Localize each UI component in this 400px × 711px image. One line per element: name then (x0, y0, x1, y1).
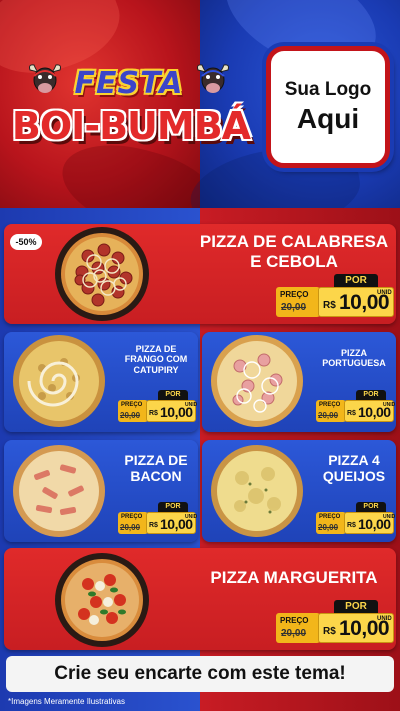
preco-label: PREÇO (121, 402, 143, 408)
preco-label: PREÇO (121, 514, 143, 520)
old-price: 20,00 (120, 411, 141, 420)
disclaimer-note: *Imagens Meramente Ilustrativas (8, 697, 125, 706)
old-price-box: PREÇO 20,00 (316, 512, 346, 534)
discount-badge: -50% (10, 234, 42, 250)
pizza-bacon-image (13, 445, 105, 537)
unit-label: UNID (185, 402, 198, 408)
price-tag: POR PREÇO 20,00 R$ 10,00 UNID (316, 390, 396, 422)
new-price-box: R$ 10,00 UNID (318, 287, 394, 317)
product-name: PIZZA PORTUGUESA (322, 348, 386, 369)
currency-symbol: R$ (323, 626, 336, 637)
header-banner: FESTA BOI-BUMBÁ Sua Logo Aqui (0, 0, 400, 208)
product-card-bacon: PIZZA DE BACON POR PREÇO 20,00 R$ 10,00 … (4, 440, 198, 542)
new-price-box: R$ 10,00 UNID (146, 512, 198, 534)
product-name: PIZZA 4 QUEIJOS (322, 452, 386, 485)
bull-head-icon (29, 64, 61, 93)
pizza-portuguesa-image (211, 335, 303, 427)
unit-label: UNID (377, 616, 392, 622)
preco-label: PREÇO (280, 616, 309, 625)
currency-symbol: R$ (149, 522, 158, 529)
old-price-box: PREÇO 20,00 (276, 287, 320, 317)
product-name: PIZZA DE BACON (124, 452, 188, 485)
old-price: 20,00 (318, 411, 339, 420)
festa-title: FESTA (74, 66, 184, 101)
por-label: POR (334, 274, 378, 287)
por-label: POR (158, 390, 188, 400)
old-price: 20,00 (281, 628, 307, 639)
product-card-portuguesa: PIZZA PORTUGUESA POR PREÇO 20,00 R$ 10,0… (202, 332, 396, 432)
por-label: POR (334, 600, 378, 613)
old-price-box: PREÇO 20,00 (118, 400, 148, 422)
cta-banner: Crie seu encarte com este tema! (6, 656, 394, 692)
boi-bumba-title: BOI-BUMBÁ (11, 104, 251, 148)
por-label: POR (356, 502, 386, 512)
product-card-marguerita: PIZZA MARGUERITA POR PREÇO 20,00 R$ 10,0… (4, 548, 396, 650)
pizza-frango-image (13, 335, 105, 427)
por-label: POR (158, 502, 188, 512)
logo-text-line2: Aqui (296, 103, 360, 134)
product-name: PIZZA MARGUERITA (210, 568, 378, 587)
product-card-calabresa: PIZZA DE CALABRESA E CEBOLA POR PREÇO 20… (4, 224, 396, 324)
price-tag: POR PREÇO 20,00 R$ 10,00 UNID (118, 502, 198, 534)
old-price: 20,00 (318, 523, 339, 532)
price-tag: POR PREÇO 20,00 R$ 10,00 UNID (276, 274, 394, 318)
unit-label: UNID (383, 514, 396, 520)
old-price-box: PREÇO 20,00 (316, 400, 346, 422)
new-price-box: R$ 10,00 UNID (146, 400, 198, 422)
product-card-frango: PIZZA DE FRANGO COM CATUPIRY POR PREÇO 2… (4, 332, 198, 432)
pizza-marguerita-image (55, 553, 149, 647)
unit-label: UNID (185, 514, 198, 520)
unit-label: UNID (377, 290, 392, 296)
por-label: POR (356, 390, 386, 400)
preco-label: PREÇO (280, 290, 309, 299)
old-price-box: PREÇO 20,00 (276, 613, 320, 643)
product-name: PIZZA DE CALABRESA E CEBOLA (199, 232, 389, 271)
preco-label: PREÇO (319, 402, 341, 408)
old-price: 20,00 (281, 302, 307, 313)
new-price-box: R$ 10,00 UNID (344, 512, 396, 534)
price-tag: POR PREÇO 20,00 R$ 10,00 UNID (316, 502, 396, 534)
unit-label: UNID (383, 402, 396, 408)
currency-symbol: R$ (149, 410, 158, 417)
product-name: PIZZA DE FRANGO COM CATUPIRY (124, 344, 188, 375)
price-tag: POR PREÇO 20,00 R$ 10,00 UNID (118, 390, 198, 422)
currency-symbol: R$ (347, 410, 356, 417)
preco-label: PREÇO (319, 514, 341, 520)
price-tag: POR PREÇO 20,00 R$ 10,00 UNID (276, 600, 394, 644)
currency-symbol: R$ (323, 300, 336, 311)
logo-placeholder: Sua Logo Aqui (266, 46, 390, 168)
currency-symbol: R$ (347, 522, 356, 529)
old-price: 20,00 (120, 523, 141, 532)
new-price-box: R$ 10,00 UNID (344, 400, 396, 422)
product-card-4-queijos: PIZZA 4 QUEIJOS POR PREÇO 20,00 R$ 10,00… (202, 440, 396, 542)
logo-text-line1: Sua Logo (284, 79, 372, 100)
pizza-calabresa-image (55, 227, 149, 321)
pizza-4-queijos-image (211, 445, 303, 537)
new-price-box: R$ 10,00 UNID (318, 613, 394, 643)
old-price-box: PREÇO 20,00 (118, 512, 148, 534)
bull-head-icon (197, 64, 229, 93)
